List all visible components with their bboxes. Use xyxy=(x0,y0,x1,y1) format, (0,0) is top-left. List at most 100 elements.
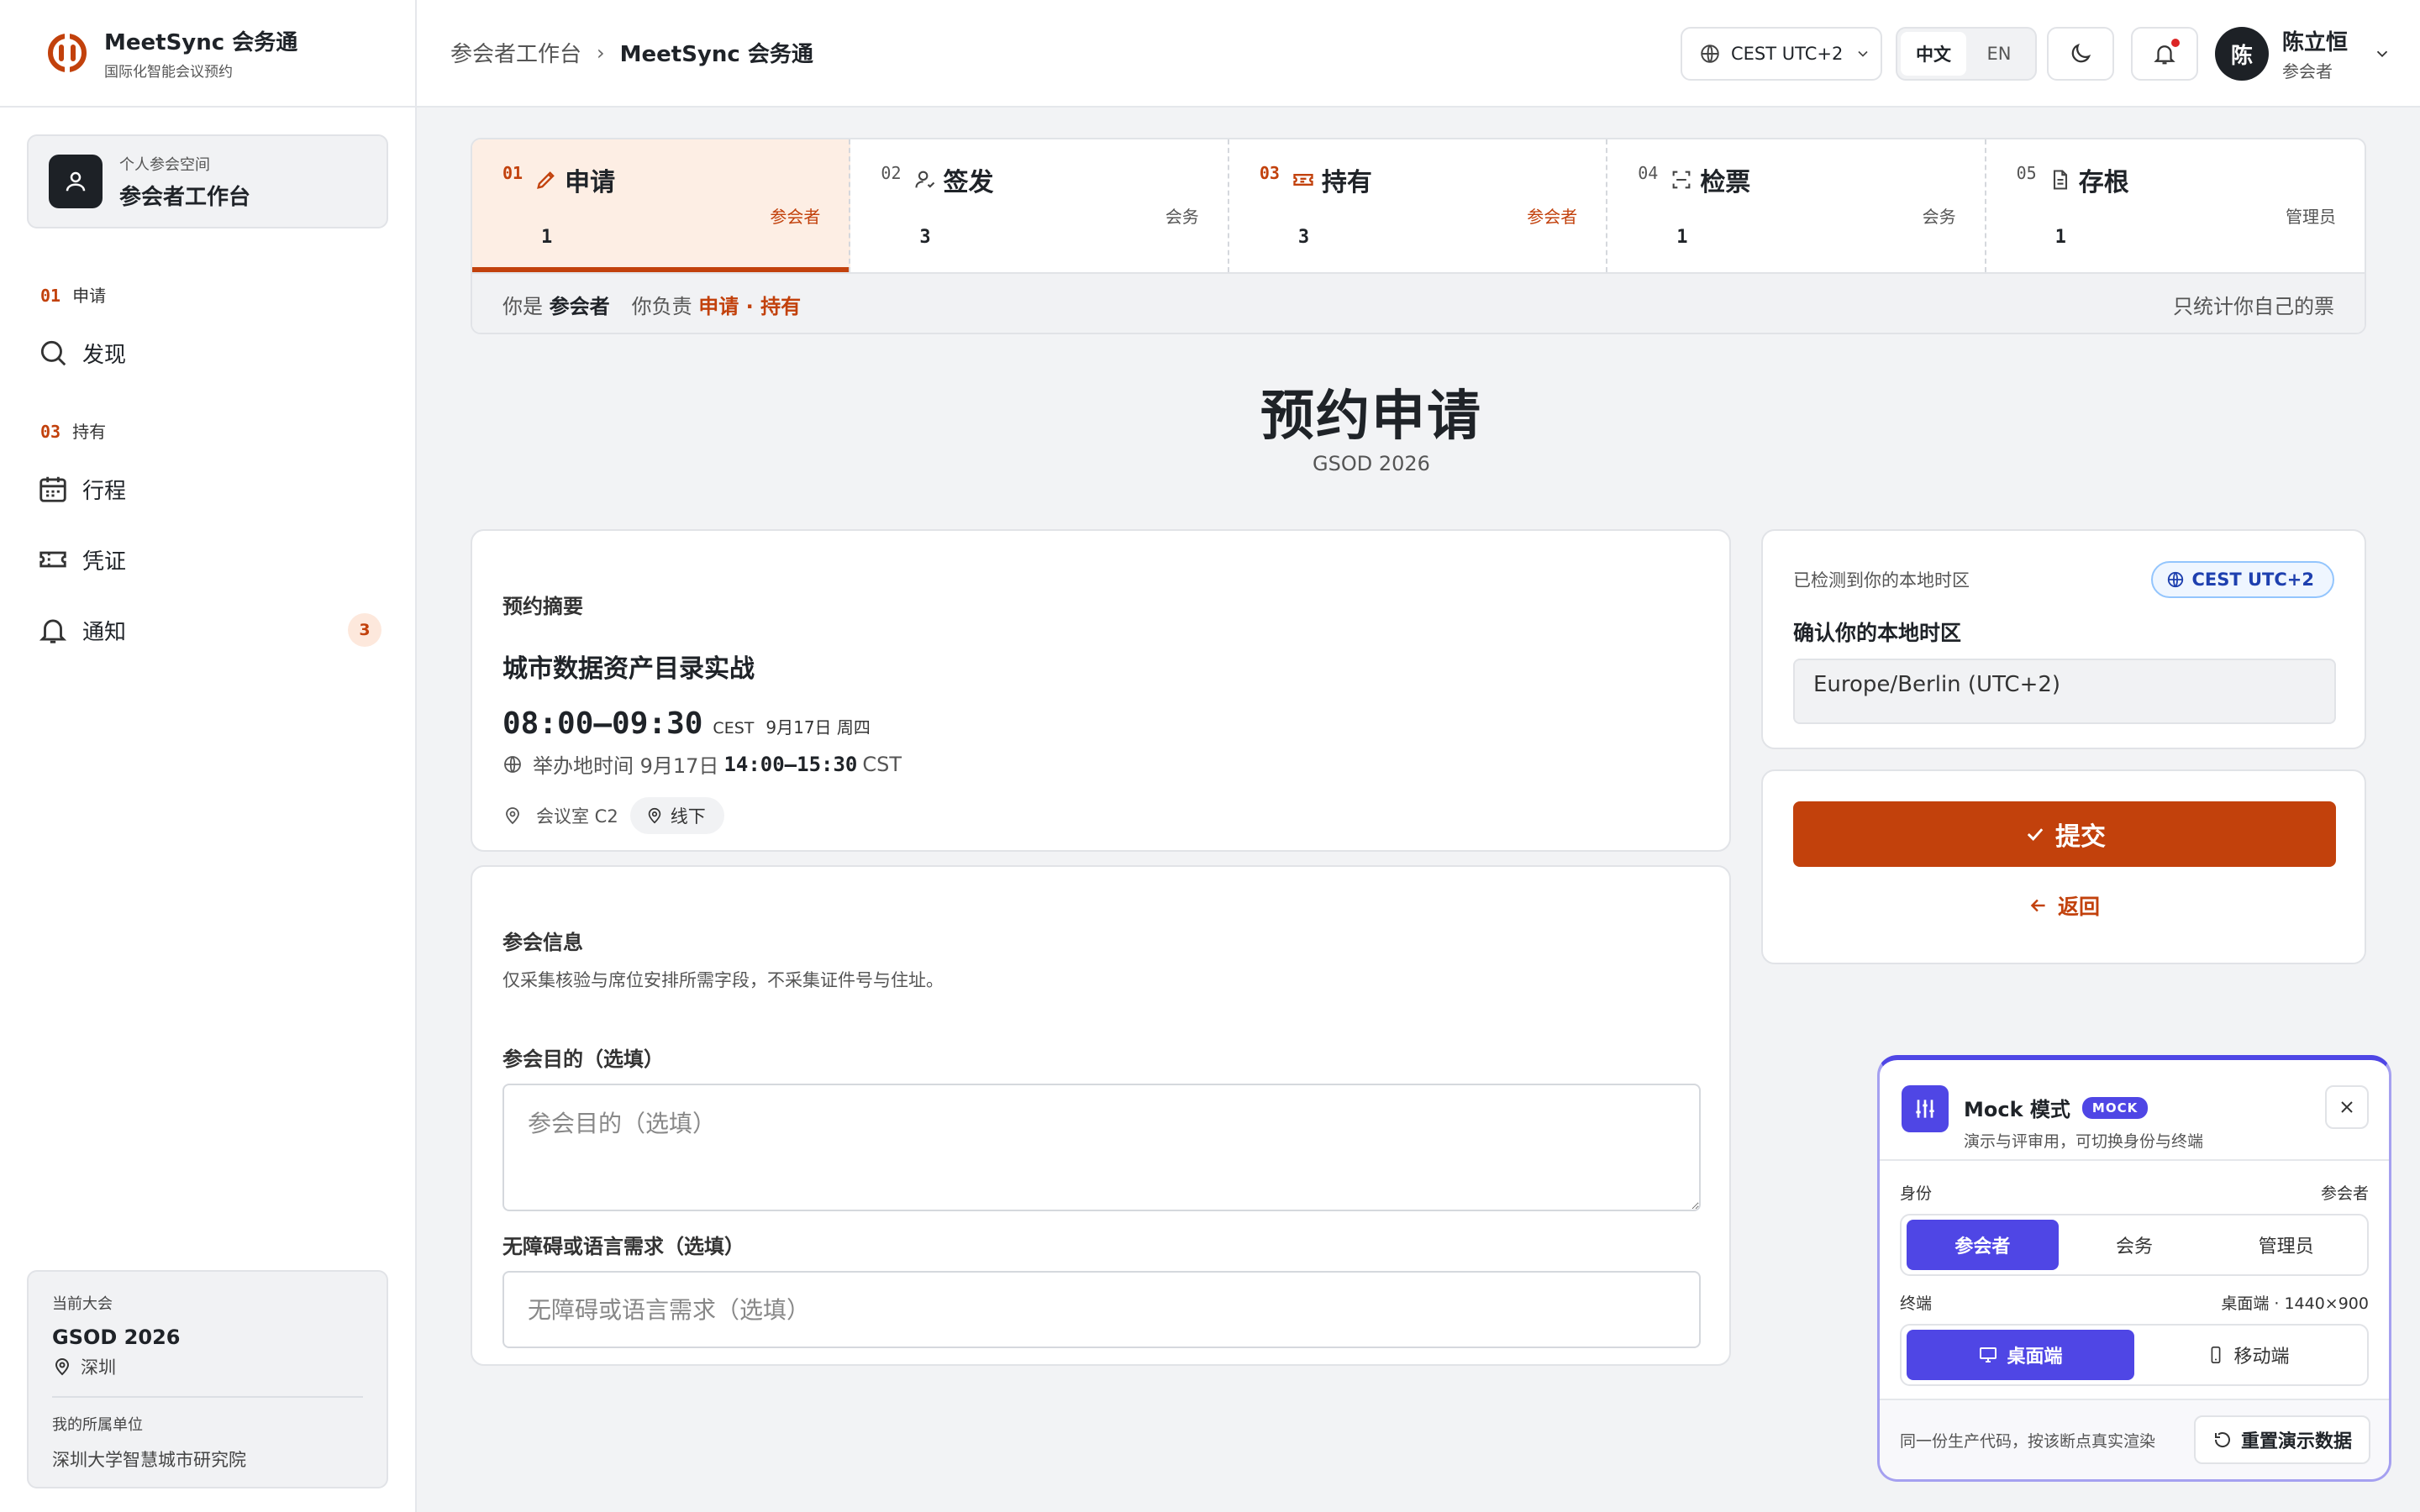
unread-dot xyxy=(2171,39,2180,47)
theme-toggle-button[interactable] xyxy=(2047,27,2114,81)
step-number: 03 xyxy=(1259,163,1280,183)
sidebar-item-notifications[interactable]: 通知 3 xyxy=(37,605,381,655)
top-header: 参会者工作台 › MeetSync 会务通 CEST UTC+2 中文 EN 陈… xyxy=(417,0,2420,108)
local-tz: CEST xyxy=(713,719,755,738)
globe-icon xyxy=(504,755,521,773)
step-check[interactable]: 04 检票 会务 1 xyxy=(1607,139,1986,272)
map-pin-icon xyxy=(55,1358,70,1376)
step-role: 参会者 xyxy=(770,207,821,227)
terminal-option-desktop[interactable]: 桌面端 xyxy=(1907,1330,2134,1380)
timezone-dropdown[interactable]: Europe/Berlin (UTC+2) xyxy=(1793,659,2336,724)
step-count: 3 xyxy=(1297,227,1310,248)
logo-icon xyxy=(48,33,87,73)
step-hold[interactable]: 03 持有 参会者 3 xyxy=(1229,139,1608,272)
phone-icon xyxy=(2212,1347,2221,1363)
role-bar: 你是 参会者 你负责 申请 · 持有 只统计你自己的票 xyxy=(472,272,2365,333)
file-icon xyxy=(2053,170,2067,190)
purpose-textarea[interactable] xyxy=(502,1084,1701,1211)
identity-option-admin[interactable]: 管理员 xyxy=(2210,1220,2362,1270)
sidebar-item-label: 凭证 xyxy=(82,549,127,575)
nav-section-label: 持有 xyxy=(72,422,107,442)
attendance-mode: 线下 xyxy=(670,806,706,827)
close-icon xyxy=(2341,1101,2353,1113)
workflow-stepper: 01 申请 参会者 1 02 签发 会务 3 03 持有 参会者 3 04 检票… xyxy=(471,138,2366,334)
back-link[interactable]: 返回 xyxy=(1793,890,2334,921)
workspace-card[interactable]: 个人参会空间 参会者工作台 xyxy=(27,134,388,228)
moon-icon xyxy=(2071,43,2091,63)
attendance-mode-chip: 线下 xyxy=(629,797,724,834)
nav-section-num: 01 xyxy=(40,286,61,306)
actions-card: 提交 返回 xyxy=(1761,769,2366,964)
sidebar-item-label: 通知 xyxy=(82,619,127,645)
accessibility-input[interactable] xyxy=(502,1271,1701,1348)
identity-option-staff[interactable]: 会务 xyxy=(2059,1220,2211,1270)
confirm-tz-label: 确认你的本地时区 xyxy=(1793,621,1962,645)
lang-option-en[interactable]: EN xyxy=(1966,32,2032,76)
step-role: 会务 xyxy=(1922,207,1956,227)
local-time-row: 08:00–09:30 CEST 9月17日 周四 xyxy=(502,706,1699,741)
breadcrumb: 参会者工作台 › MeetSync 会务通 xyxy=(450,37,813,68)
step-apply[interactable]: 01 申请 参会者 1 xyxy=(472,139,851,272)
refresh-icon xyxy=(2214,1432,2230,1447)
terminal-value: 桌面端 · 1440×900 xyxy=(2221,1294,2369,1313)
terminal-segmented-control: 桌面端 移动端 xyxy=(1900,1324,2369,1386)
identity-label: 身份 xyxy=(1900,1184,1933,1203)
step-count: 3 xyxy=(919,227,931,248)
sidebar-item-itinerary[interactable]: 行程 xyxy=(37,464,381,514)
notifications-button[interactable] xyxy=(2131,27,2198,81)
conference-location-text: 深圳 xyxy=(81,1357,116,1378)
conference-name: GSOD 2026 xyxy=(52,1326,181,1349)
globe-icon xyxy=(2168,571,2184,588)
close-button[interactable] xyxy=(2325,1085,2369,1129)
role-prefix: 你是 xyxy=(502,294,543,318)
reset-demo-data-button[interactable]: 重置演示数据 xyxy=(2193,1415,2370,1464)
terminal-option-mobile[interactable]: 移动端 xyxy=(2134,1330,2362,1380)
divider xyxy=(52,1396,363,1398)
sidebar-item-discover[interactable]: 发现 xyxy=(37,328,381,378)
session-title: 城市数据资产目录实战 xyxy=(502,654,755,684)
submit-button[interactable]: 提交 xyxy=(1793,801,2336,867)
step-count: 1 xyxy=(541,227,553,248)
breadcrumb-parent[interactable]: 参会者工作台 xyxy=(450,37,581,68)
language-toggle: 中文 EN xyxy=(1896,27,2037,81)
host-time-row: 举办地时间 9月17日 14:00–15:30 CST xyxy=(502,749,1699,779)
sidebar-item-label: 行程 xyxy=(82,478,127,504)
mock-subtitle: 演示与评审用，可切换身份与终端 xyxy=(1964,1132,2204,1151)
step-role: 会务 xyxy=(1165,207,1199,227)
nav-section-apply: 01 申请 xyxy=(40,282,106,307)
step-number: 02 xyxy=(881,163,902,183)
sidebar-item-label: 发现 xyxy=(82,342,127,368)
step-number: 04 xyxy=(1638,163,1659,183)
bell-icon xyxy=(39,619,67,643)
user-role: 参会者 xyxy=(2282,61,2333,81)
step-label: 检票 xyxy=(1700,168,1751,197)
monitor-icon xyxy=(1980,1347,1997,1362)
section-title: 参会信息 xyxy=(502,931,583,954)
conference-location: 深圳 xyxy=(52,1354,363,1379)
conference-label: 当前大会 xyxy=(52,1295,113,1313)
terminal-option-label: 桌面端 xyxy=(2007,1347,2063,1368)
sidebar: MeetSync 会务通 国际化智能会议预约 个人参会空间 参会者工作台 01 申… xyxy=(0,0,417,1512)
section-title: 预约摘要 xyxy=(502,595,583,618)
step-label: 申请 xyxy=(565,168,616,197)
identity-option-attendee[interactable]: 参会者 xyxy=(1907,1220,2059,1270)
pencil-icon xyxy=(537,171,555,189)
page-subtitle: GSOD 2026 xyxy=(1313,452,1430,475)
sidebar-item-credentials[interactable]: 凭证 xyxy=(37,534,381,585)
step-role: 管理员 xyxy=(2286,207,2337,227)
user-menu[interactable]: 陈 陈立恒 参会者 xyxy=(2215,25,2391,82)
current-conference-card: 当前大会 GSOD 2026 深圳 我的所属单位 深圳大学智慧城市研究院 xyxy=(27,1270,388,1488)
ticket-icon xyxy=(1293,174,1313,186)
brand[interactable]: MeetSync 会务通 国际化智能会议预约 xyxy=(0,0,415,108)
user-icon xyxy=(49,155,103,208)
ticket-icon xyxy=(39,551,66,568)
privacy-note: 仅采集核验与席位安排所需字段，不采集证件号与住址。 xyxy=(502,970,944,990)
step-archive[interactable]: 05 存根 管理员 1 xyxy=(1986,139,2365,272)
timezone-select[interactable]: CEST UTC+2 xyxy=(1681,27,1882,81)
lang-option-zh[interactable]: 中文 xyxy=(1901,32,1966,76)
accessibility-label: 无障碍或语言需求（选填） xyxy=(502,1235,744,1258)
step-issue[interactable]: 02 签发 会务 3 xyxy=(850,139,1229,272)
booking-summary-card: 预约摘要 城市数据资产目录实战 08:00–09:30 CEST 9月17日 周… xyxy=(471,529,1731,852)
breadcrumb-separator: › xyxy=(597,40,605,65)
detected-tz-pill: CEST UTC+2 xyxy=(2151,561,2334,598)
